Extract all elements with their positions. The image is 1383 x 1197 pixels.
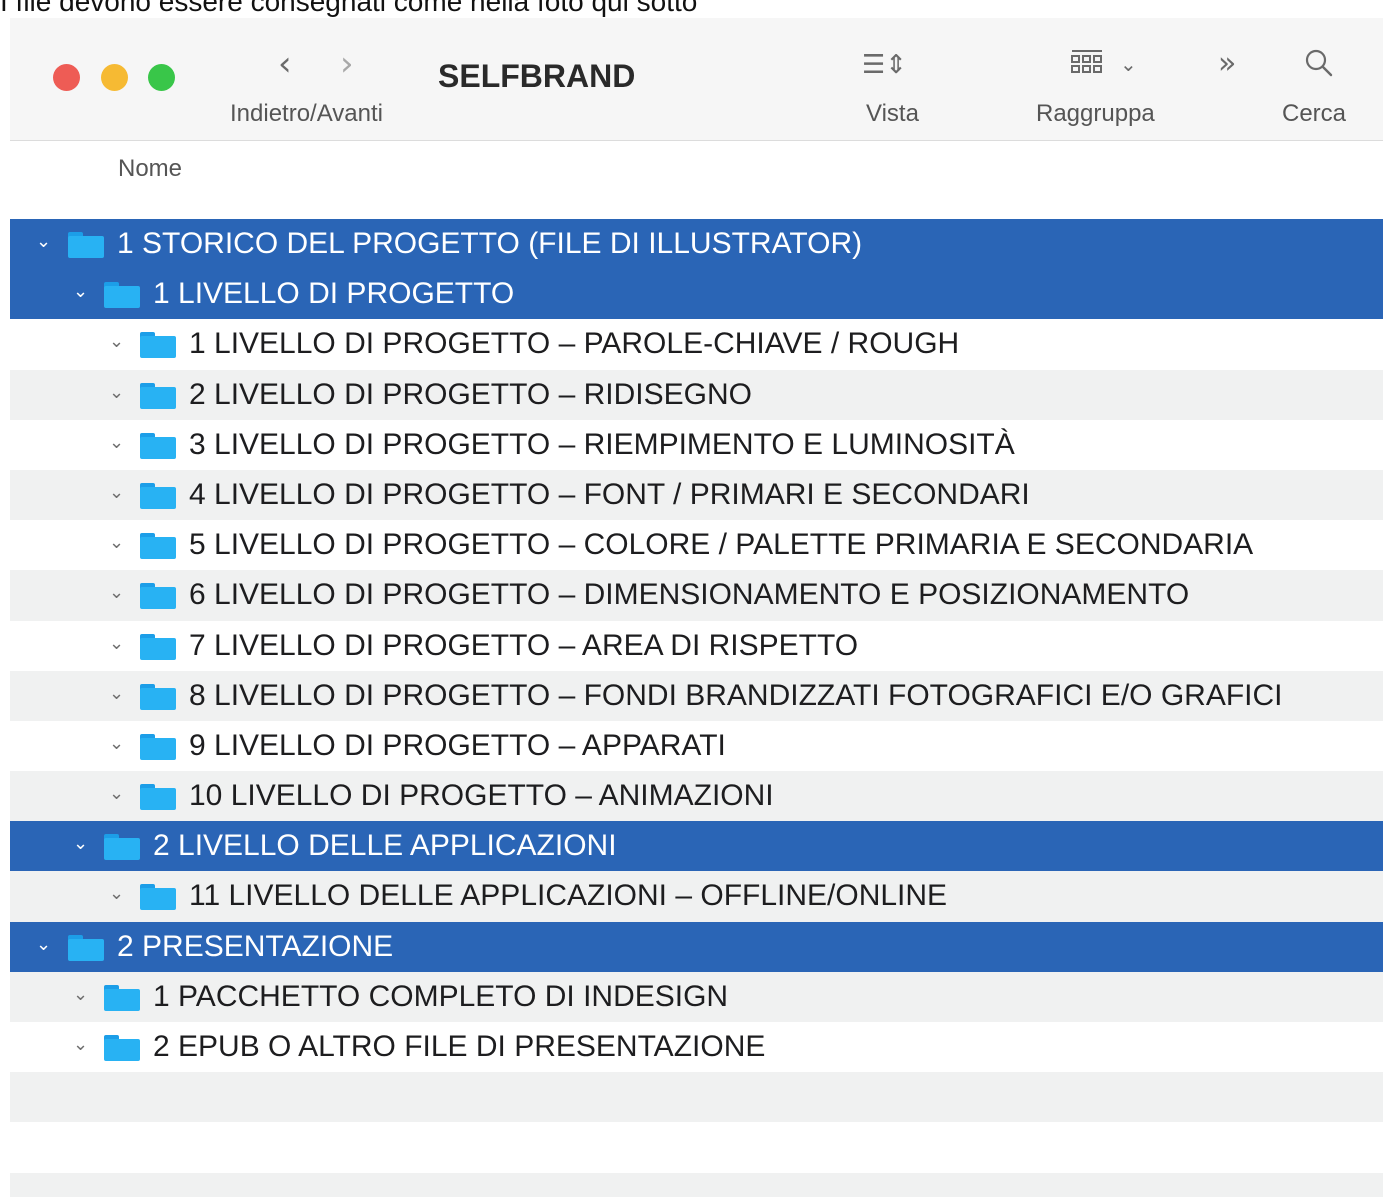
folder-row[interactable]: ⌄ 2 LIVELLO DELLE APPLICAZIONI: [10, 821, 1383, 872]
folder-label: 6 LIVELLO DI PROGETTO – DIMENSIONAMENTO …: [189, 578, 1190, 612]
folder-icon: [140, 633, 176, 660]
double-chevron-icon[interactable]: »: [1218, 46, 1236, 81]
folder-row[interactable]: ⌄ 11 LIVELLO DELLE APPLICAZIONI – OFFLINE…: [10, 871, 1383, 922]
folder-icon: [104, 984, 140, 1011]
folder-row[interactable]: ⌄ 4 LIVELLO DI PROGETTO – FONT / PRIMARI …: [10, 469, 1383, 521]
folder-icon: [140, 533, 176, 560]
magnifier-icon[interactable]: [1304, 48, 1334, 82]
disclosure-chevron-icon[interactable]: ⌄: [109, 633, 127, 655]
folder-row[interactable]: ⌄ 3 LIVELLO DI PROGETTO – RIEMPIMENTO E L…: [10, 420, 1383, 470]
list-view-icon[interactable]: ☰⇕: [862, 50, 907, 80]
folder-label: 11 LIVELLO DELLE APPLICAZIONI – OFFLINE/…: [189, 879, 948, 913]
folder-label: 1 LIVELLO DI PROGETTO: [153, 277, 515, 311]
folder-label: 2 LIVELLO DELLE APPLICAZIONI: [153, 829, 617, 863]
folder-icon: [104, 1035, 140, 1061]
nav-label: Indietro/Avanti: [230, 100, 383, 127]
view-label: Vista: [866, 100, 919, 127]
empty-row: [10, 1122, 1383, 1172]
grid-group-icon[interactable]: [1070, 48, 1110, 80]
folder-row[interactable]: ⌄ 1 PACCHETTO COMPLETO DI INDESIGN: [10, 971, 1383, 1022]
folder-row[interactable]: ⌄ 1 LIVELLO DI PROGETTO – PAROLE-CHIAVE /…: [10, 319, 1383, 369]
disclosure-chevron-icon[interactable]: ⌄: [109, 482, 127, 504]
folder-label: 7 LIVELLO DI PROGETTO – AREA DI RISPETTO: [189, 628, 859, 662]
empty-row: [10, 1172, 1383, 1197]
folder-label: 1 LIVELLO DI PROGETTO – PAROLE-CHIAVE / …: [189, 327, 960, 361]
disclosure-chevron-icon[interactable]: ⌄: [109, 883, 127, 905]
empty-row: [10, 1072, 1383, 1123]
disclosure-chevron-icon[interactable]: ⌄: [73, 1034, 91, 1056]
folder-row[interactable]: ⌄ 1 STORICO DEL PROGETTO (FILE DI ILLUSTR…: [10, 219, 1383, 270]
folder-label: 4 LIVELLO DI PROGETTO – FONT / PRIMARI E…: [189, 477, 1030, 511]
disclosure-chevron-icon[interactable]: ⌄: [109, 582, 127, 604]
folder-row[interactable]: ⌄ 1 LIVELLO DI PROGETTO: [10, 269, 1383, 320]
folder-row[interactable]: ⌄ 9 LIVELLO DI PROGETTO – APPARATI: [10, 721, 1383, 771]
folder-icon: [68, 934, 104, 961]
close-window-button[interactable]: [53, 64, 80, 91]
folder-label: 1 STORICO DEL PROGETTO (FILE DI ILLUSTRA…: [117, 227, 863, 260]
disclosure-chevron-icon[interactable]: ⌄: [109, 331, 127, 353]
folder-label: 9 LIVELLO DI PROGETTO – APPARATI: [189, 728, 726, 762]
folder-label: 2 EPUB O ALTRO FILE DI PRESENTAZIONE: [153, 1030, 766, 1063]
search-label: Cerca: [1282, 100, 1347, 127]
folder-label: 2 PRESENTAZIONE: [117, 929, 394, 963]
folder-row[interactable]: ⌄ 6 LIVELLO DI PROGETTO – DIMENSIONAMENTO…: [10, 570, 1383, 621]
folder-icon: [104, 282, 140, 309]
disclosure-chevron-icon[interactable]: ⌄: [36, 934, 54, 956]
chevron-left-icon[interactable]: ‹: [278, 44, 292, 84]
folder-icon: [140, 784, 176, 811]
disclosure-chevron-icon[interactable]: ⌄: [109, 532, 127, 554]
folder-icon: [140, 583, 176, 610]
folder-row[interactable]: ⌄ 10 LIVELLO DI PROGETTO – ANIMAZIONI: [10, 771, 1383, 822]
folder-icon: [104, 834, 140, 861]
disclosure-chevron-icon[interactable]: ⌄: [36, 231, 54, 253]
chevron-down-icon[interactable]: ⌄: [1120, 52, 1137, 76]
disclosure-chevron-icon[interactable]: ⌄: [109, 783, 127, 805]
toolbar: ‹ › Indietro/Avanti SELFBRAND ☰⇕ Vista ⌄…: [10, 18, 1383, 141]
minimize-window-button[interactable]: [101, 64, 128, 91]
window-title: SELFBRAND: [438, 58, 636, 94]
folder-label: 5 LIVELLO DI PROGETTO – COLORE / PALETTE…: [189, 528, 1254, 562]
folder-icon: [140, 683, 176, 710]
folder-icon: [140, 733, 176, 760]
folder-row[interactable]: ⌄ 2 PRESENTAZIONE: [10, 921, 1383, 972]
column-header-name[interactable]: Nome: [10, 141, 1383, 220]
disclosure-chevron-icon[interactable]: ⌄: [73, 984, 91, 1006]
disclosure-chevron-icon[interactable]: ⌄: [109, 432, 127, 454]
finder-window: ‹ › Indietro/Avanti SELFBRAND ☰⇕ Vista ⌄…: [10, 18, 1383, 1197]
folder-row[interactable]: ⌄ 2 EPUB O ALTRO FILE DI PRESENTAZIONE: [10, 1022, 1383, 1072]
caption-text: I file devono essere consegnati come nel…: [0, 0, 698, 17]
disclosure-chevron-icon[interactable]: ⌄: [73, 281, 91, 303]
folder-row[interactable]: ⌄ 2 LIVELLO DI PROGETTO – RIDISEGNO: [10, 369, 1383, 420]
folder-row[interactable]: ⌄ 8 LIVELLO DI PROGETTO – FONDI BRANDIZZA…: [10, 670, 1383, 721]
folder-icon: [68, 232, 104, 258]
disclosure-chevron-icon[interactable]: ⌄: [73, 833, 91, 855]
zoom-window-button[interactable]: [148, 64, 175, 91]
folder-label: 3 LIVELLO DI PROGETTO – RIEMPIMENTO E LU…: [189, 427, 1015, 461]
chevron-right-icon[interactable]: ›: [340, 44, 354, 84]
folder-icon: [140, 332, 176, 359]
folder-icon: [140, 382, 176, 409]
folder-icon: [140, 482, 176, 509]
disclosure-chevron-icon[interactable]: ⌄: [109, 382, 127, 404]
folder-label: 8 LIVELLO DI PROGETTO – FONDI BRANDIZZAT…: [189, 678, 1283, 712]
disclosure-chevron-icon[interactable]: ⌄: [109, 683, 127, 705]
folder-row[interactable]: ⌄ 7 LIVELLO DI PROGETTO – AREA DI RISPETT…: [10, 621, 1383, 671]
group-label: Raggruppa: [1036, 100, 1155, 127]
disclosure-chevron-icon[interactable]: ⌄: [109, 733, 127, 755]
folder-label: 1 PACCHETTO COMPLETO DI INDESIGN: [153, 979, 729, 1013]
column-header-label: Nome: [118, 155, 183, 182]
folder-row[interactable]: ⌄ 5 LIVELLO DI PROGETTO – COLORE / PALETT…: [10, 520, 1383, 570]
folder-label: 10 LIVELLO DI PROGETTO – ANIMAZIONI: [189, 779, 774, 813]
folder-icon: [140, 432, 176, 459]
file-list: ⌄ 1 STORICO DEL PROGETTO (FILE DI ILLUSTR…: [10, 219, 1383, 1197]
folder-label: 2 LIVELLO DI PROGETTO – RIDISEGNO: [189, 377, 752, 411]
folder-icon: [140, 884, 176, 911]
